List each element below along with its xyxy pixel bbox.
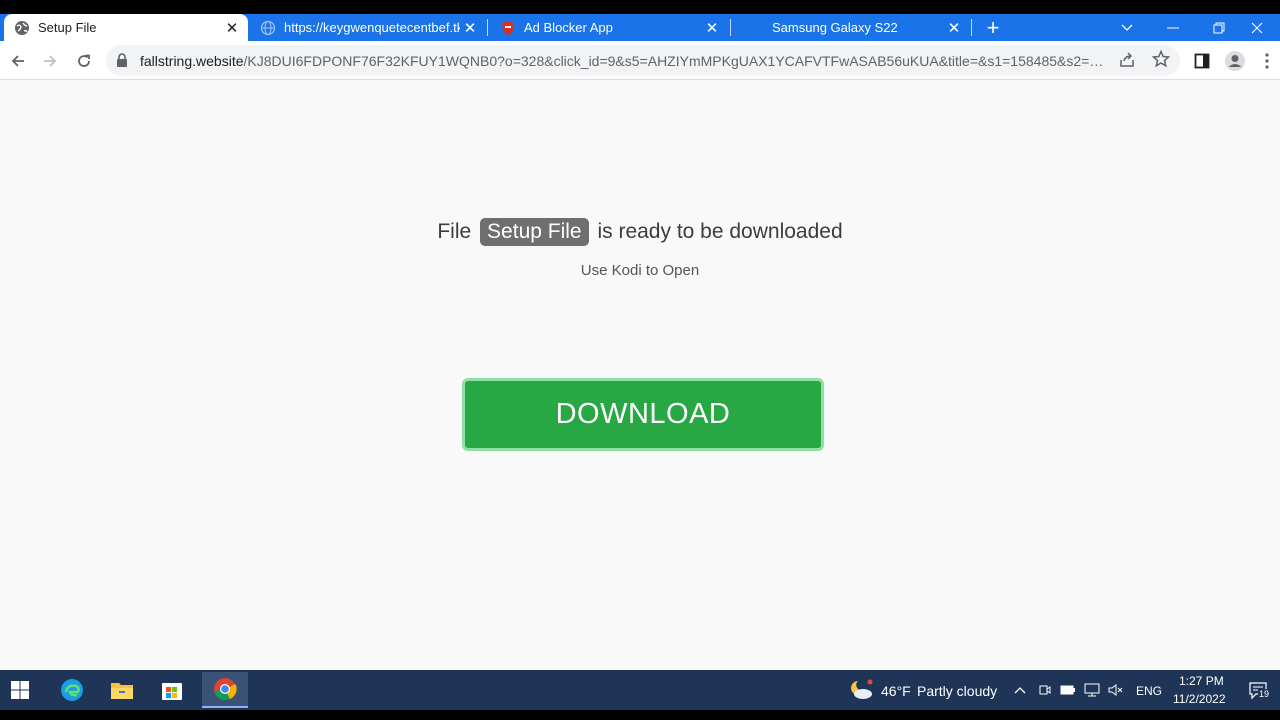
globe-icon	[14, 20, 30, 36]
battery-icon[interactable]	[1060, 682, 1076, 698]
lock-icon[interactable]	[116, 53, 128, 72]
tab-title: Setup File	[38, 20, 97, 35]
input-language[interactable]: ENG	[1136, 684, 1162, 698]
reload-icon	[78, 54, 90, 67]
tab-setup-file[interactable]: Setup File ✕	[4, 14, 248, 41]
menu-button[interactable]	[1253, 47, 1280, 75]
tab-title: https://keygwenquetecentbef.tk/	[284, 20, 460, 35]
close-icon[interactable]: ✕	[944, 18, 964, 38]
volume-muted-icon[interactable]	[1108, 682, 1124, 698]
clock-date[interactable]: 11/2/2022	[1173, 692, 1226, 706]
edge-icon	[61, 679, 83, 701]
chevron-down-icon	[1121, 24, 1133, 31]
address-bar[interactable]: fallstring.website/KJ8DUI6FDPONF76F32KFU…	[106, 45, 1180, 76]
chevron-up-icon[interactable]	[1012, 682, 1028, 698]
restore-icon	[1213, 22, 1225, 33]
browser-toolbar: fallstring.website/KJ8DUI6FDPONF76F32KFU…	[0, 41, 1280, 80]
forward-button[interactable]	[36, 47, 64, 75]
kebab-menu-icon	[1265, 53, 1269, 69]
url-text[interactable]: fallstring.website/KJ8DUI6FDPONF76F32KFU…	[140, 53, 1106, 69]
tab-title: Ad Blocker App	[524, 20, 613, 35]
taskbar: 46°F Partly cloudy ENG 1:27 PM 11/2/2022…	[0, 670, 1280, 710]
tab-samsung-galaxy[interactable]: Samsung Galaxy S22 ✕	[732, 14, 970, 41]
url-path: /KJ8DUI6FDPONF76F32KFUY1WQNB0?o=328&clic…	[243, 53, 1107, 69]
back-button[interactable]	[4, 47, 32, 75]
file-name-badge: Setup File	[480, 218, 589, 246]
network-icon[interactable]	[1084, 682, 1100, 698]
arrow-right-icon	[44, 55, 57, 67]
download-button[interactable]: DOWNLOAD	[462, 378, 824, 451]
new-tab-button[interactable]: +	[981, 17, 1005, 39]
screen: Setup File ✕ https://keygwenquetecentbef…	[0, 0, 1280, 720]
close-icon[interactable]: ✕	[460, 18, 480, 38]
folder-icon	[111, 683, 133, 699]
notification-center-button[interactable]: 19	[1246, 680, 1272, 702]
windows-icon	[11, 681, 29, 699]
bookmark-star-icon[interactable]	[1151, 49, 1171, 73]
tab-ad-blocker-app[interactable]: Ad Blocker App ✕	[490, 14, 728, 41]
meet-now-icon[interactable]	[1037, 682, 1053, 698]
close-icon[interactable]: ✕	[222, 18, 242, 38]
weather-temperature[interactable]: 46°F	[881, 683, 911, 699]
taskbar-file-explorer[interactable]	[102, 672, 142, 708]
minimize-button[interactable]	[1150, 14, 1196, 41]
avatar-icon	[1225, 51, 1245, 71]
side-panel-icon	[1194, 53, 1210, 69]
clock-time[interactable]: 1:27 PM	[1179, 674, 1224, 688]
minimize-icon	[1167, 27, 1179, 28]
shield-icon	[500, 20, 516, 36]
profile-button[interactable]	[1221, 47, 1249, 75]
notification-count: 19	[1258, 689, 1271, 699]
weather-description[interactable]: Partly cloudy	[917, 683, 997, 699]
tab-strip: Setup File ✕ https://keygwenquetecentbef…	[0, 14, 1280, 41]
taskbar-store[interactable]	[152, 672, 192, 708]
store-icon	[162, 683, 182, 700]
taskbar-chrome[interactable]	[202, 672, 248, 708]
url-host: fallstring.website	[140, 53, 244, 69]
reload-button[interactable]	[70, 47, 98, 75]
page-headline: File Setup File is ready to be downloade…	[0, 218, 1280, 246]
blank-favicon	[742, 20, 764, 36]
share-icon[interactable]	[1118, 51, 1136, 74]
start-button[interactable]	[0, 672, 40, 708]
tab-separator	[730, 19, 731, 36]
tab-title: Samsung Galaxy S22	[772, 20, 898, 35]
close-icon	[1251, 22, 1263, 33]
side-panel-button[interactable]	[1188, 47, 1216, 75]
close-icon[interactable]: ✕	[702, 18, 722, 38]
page-content: File Setup File is ready to be downloade…	[0, 80, 1280, 670]
tab-search-button[interactable]	[1104, 14, 1150, 41]
arrow-left-icon	[11, 55, 24, 67]
tab-separator	[971, 19, 972, 36]
taskbar-edge[interactable]	[52, 672, 92, 708]
headline-prefix: File	[437, 220, 472, 243]
page-subtitle: Use Kodi to Open	[580, 262, 700, 279]
headline-suffix: is ready to be downloaded	[597, 220, 843, 243]
tab-keygwenquetecentbef[interactable]: https://keygwenquetecentbef.tk/ ✕	[250, 14, 486, 41]
chrome-icon	[214, 678, 237, 701]
close-window-button[interactable]	[1234, 14, 1280, 41]
globe-icon	[260, 20, 276, 36]
weather-icon[interactable]	[848, 679, 874, 701]
tab-separator	[487, 19, 488, 36]
